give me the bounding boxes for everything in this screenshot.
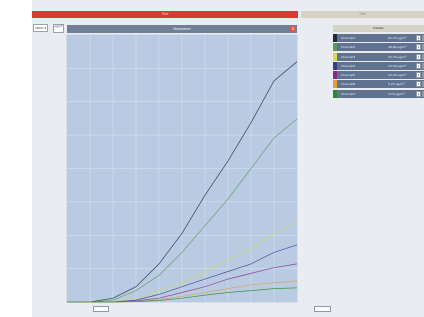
channel-value: 14,50 µg/m³ (388, 63, 407, 68)
channel-row[interactable]: Channel5 10,20 µg/m³ ▾ (333, 71, 424, 80)
channel-value: 62,70 µg/m³ (388, 36, 407, 40)
channel-row[interactable]: Channel2 48,60 µg/m³ ▾ (333, 43, 424, 52)
channel-dropdown[interactable]: ▾ (416, 53, 421, 60)
channel-name: Channel3 (341, 54, 356, 59)
channel-value: 10,20 µg/m³ (388, 73, 407, 78)
channel-row[interactable]: Channel3 20,70 µg/m³ ▾ (333, 52, 424, 61)
channel-row[interactable]: Channel1 62,70 µg/m³ ▾ (333, 34, 424, 42)
channel-name: Channel7 (341, 91, 356, 96)
x-end-field[interactable] (314, 306, 331, 312)
x-start-field[interactable] (93, 306, 109, 312)
channel-name: Channel2 (341, 45, 356, 50)
channel-dropdown[interactable]: ▾ (416, 35, 421, 41)
channel-dropdown[interactable]: ▾ (416, 62, 421, 69)
channel-list: Channel1 62,70 µg/m³ ▾ Channel2 48,60 µg/m³ ▾… (333, 34, 424, 99)
channel-value: 20,70 µg/m³ (388, 54, 407, 59)
channel-name: Channel1 (341, 36, 356, 40)
channel-dropdown[interactable]: ▾ (416, 81, 421, 88)
channel-row[interactable]: Channel6 5,20 µg/m³ ▾ (333, 80, 424, 89)
channel-row[interactable]: Channel7 3,70 µg/m³ ▾ (333, 89, 424, 98)
channel-dropdown[interactable]: ▾ (416, 72, 421, 79)
channel-color-swatch (333, 34, 337, 42)
channel-name: Channel4 (341, 63, 356, 68)
channel-dropdown[interactable]: ▾ (416, 44, 421, 51)
channel-color-swatch (333, 43, 337, 52)
channel-color-swatch (333, 80, 337, 89)
channel-row[interactable]: Channel4 14,50 µg/m³ ▾ (333, 61, 424, 70)
channel-value: 48,60 µg/m³ (388, 45, 407, 50)
application-window: Titel Titel 100% ▾ ug/m³ Messdaten × Det… (32, 0, 424, 317)
channel-name: Channel5 (341, 73, 356, 78)
channel-name: Channel6 (341, 82, 356, 87)
channel-color-swatch (333, 89, 337, 98)
channel-color-swatch (333, 61, 337, 70)
channel-color-swatch (333, 71, 337, 80)
channel-value: 3,70 µg/m³ (388, 91, 405, 96)
channel-color-swatch (333, 52, 337, 61)
channel-dropdown[interactable]: ▾ (416, 90, 421, 97)
panel-header: Details (333, 25, 424, 32)
channel-value: 5,20 µg/m³ (388, 82, 405, 87)
